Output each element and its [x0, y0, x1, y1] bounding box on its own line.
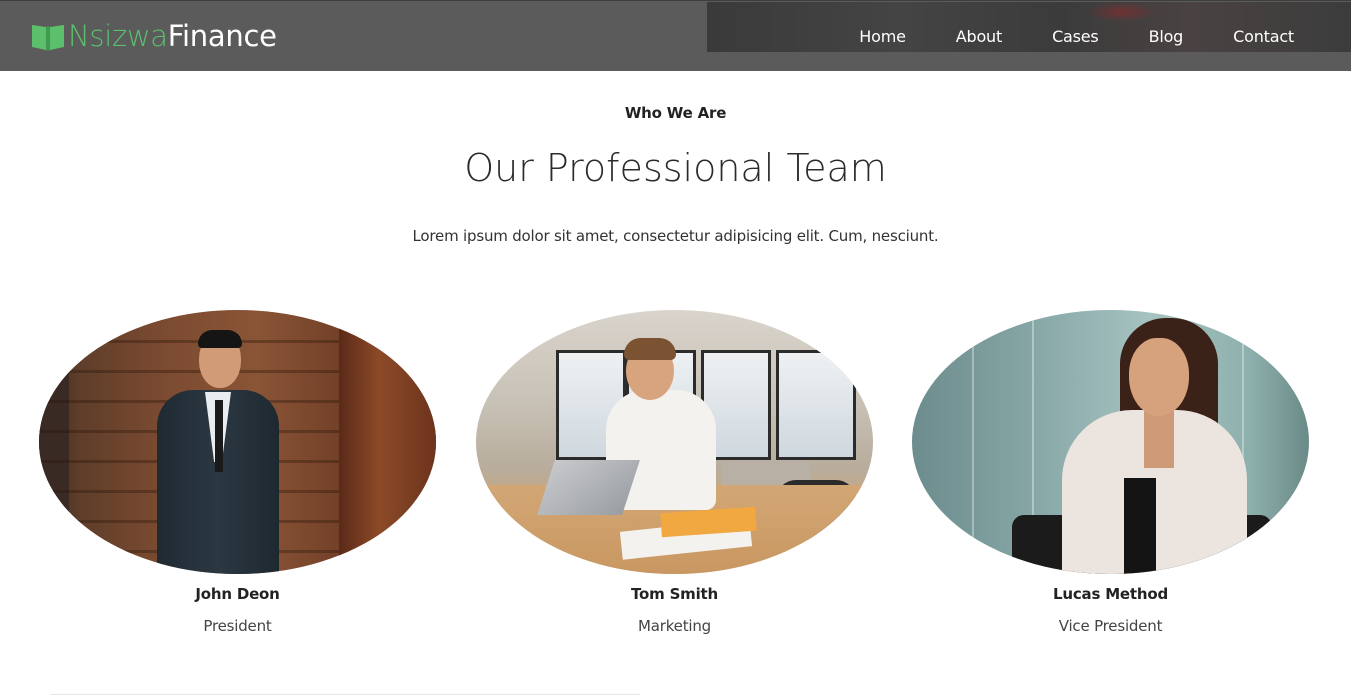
team-member-name: John Deon	[195, 585, 280, 603]
team-card-lucas-method: Lucas Method Vice President	[912, 310, 1309, 635]
team-photo-john-deon	[39, 310, 436, 574]
brand-name-part1: Nsizwa	[68, 19, 168, 53]
section-subtitle: Lorem ipsum dolor sit amet, consectetur …	[412, 227, 939, 245]
divider	[50, 694, 640, 695]
team-card-john-deon: John Deon President	[39, 310, 436, 635]
nav-contact[interactable]: Contact	[1233, 23, 1294, 51]
nav-cases[interactable]: Cases	[1052, 23, 1099, 51]
nav-blog[interactable]: Blog	[1149, 23, 1184, 51]
section-eyebrow: Who We Are	[624, 104, 727, 122]
main-nav: Home About Cases Blog Contact	[859, 23, 1294, 51]
team-member-role: Vice President	[1058, 617, 1163, 635]
team-member-name: Tom Smith	[630, 585, 719, 603]
nav-about[interactable]: About	[956, 23, 1003, 51]
team-member-role: Marketing	[638, 617, 711, 635]
team-photo-tom-smith	[476, 310, 873, 574]
brand-name-part2: Finance	[167, 19, 277, 53]
team-card-tom-smith: Tom Smith Marketing	[476, 310, 873, 635]
section-title: Our Professional Team	[464, 146, 887, 190]
team-member-name: Lucas Method	[1053, 585, 1168, 603]
nav-home[interactable]: Home	[859, 23, 906, 51]
team-photo-lucas-method	[912, 310, 1309, 574]
brand-logo[interactable]: Nsizwa Finance	[30, 18, 277, 54]
site-header: Nsizwa Finance Home About Cases Blog Con…	[0, 0, 1351, 71]
team-member-role: President	[203, 617, 272, 635]
open-book-icon	[32, 25, 64, 51]
